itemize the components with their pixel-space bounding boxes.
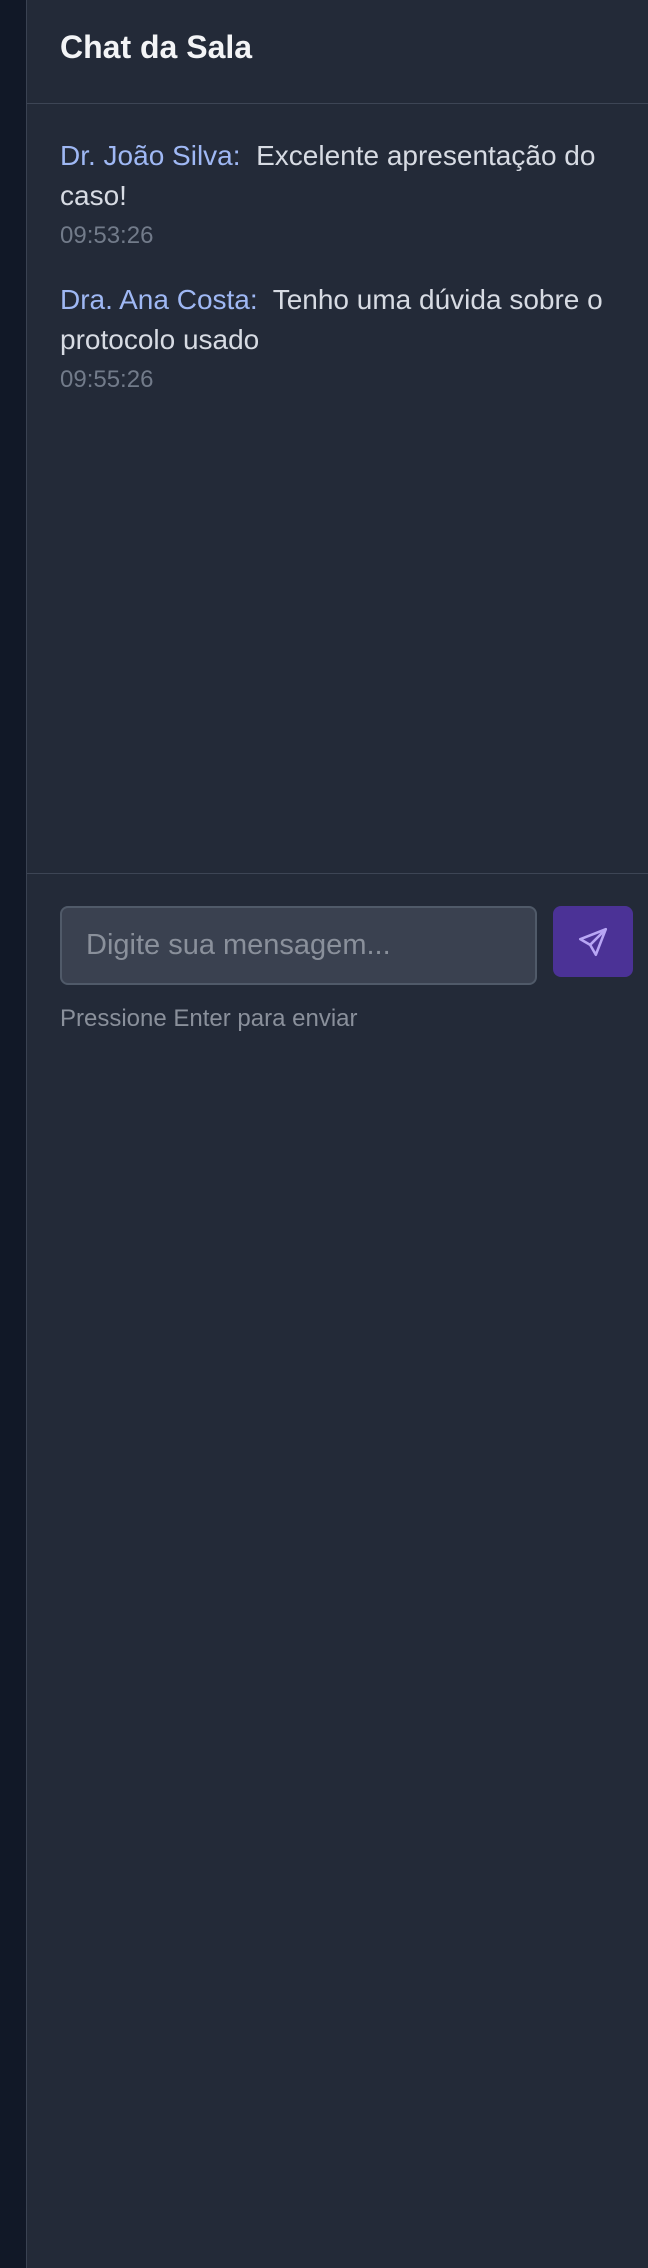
message-list: Dr. João Silva: Excelente apresentação d… <box>27 104 648 874</box>
message-input[interactable] <box>60 906 537 985</box>
message-author: Dr. João Silva: <box>60 140 241 171</box>
message-line: Dr. João Silva: Excelente apresentação d… <box>60 136 640 216</box>
message-timestamp: 09:53:26 <box>60 222 154 249</box>
chat-header: Chat da Sala <box>27 0 648 104</box>
send-icon <box>578 927 608 956</box>
chat-title: Chat da Sala <box>60 29 253 65</box>
send-hint: Pressione Enter para enviar <box>60 1005 358 1032</box>
send-button[interactable] <box>553 906 633 977</box>
chat-message: Dr. João Silva: Excelente apresentação d… <box>60 136 640 252</box>
chat-panel: Chat da Sala Dr. João Silva: Excelente a… <box>26 0 648 2268</box>
message-composer: Pressione Enter para enviar <box>27 874 648 1035</box>
message-line: Dra. Ana Costa: Tenho uma dúvida sobre o… <box>60 280 640 360</box>
message-timestamp: 09:55:26 <box>60 366 154 393</box>
composer-row <box>60 906 648 985</box>
left-rail <box>0 0 26 2268</box>
chat-message: Dra. Ana Costa: Tenho uma dúvida sobre o… <box>60 280 640 396</box>
message-author: Dra. Ana Costa: <box>60 284 258 315</box>
